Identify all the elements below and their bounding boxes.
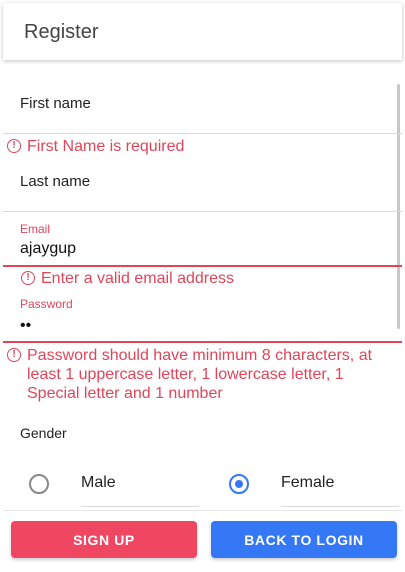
password-error: ! Password should have minimum 8 charact… xyxy=(7,346,393,403)
first-name-error: ! First Name is required xyxy=(7,137,184,156)
register-form[interactable]: First name ! First Name is required Last… xyxy=(3,62,402,510)
gender-label: Gender xyxy=(20,425,67,441)
register-screen: Register First name ! First Name is requ… xyxy=(0,0,405,572)
gender-radio-female[interactable] xyxy=(229,474,249,494)
last-name-field[interactable]: Last name xyxy=(3,158,402,211)
gender-male-underline xyxy=(81,506,199,507)
error-circle-icon: ! xyxy=(21,271,35,285)
gender-female-underline xyxy=(281,506,399,507)
email-error-text: Enter a valid email address xyxy=(41,270,234,287)
email-label: Email xyxy=(20,222,51,236)
email-underline xyxy=(3,265,402,267)
first-name-field[interactable]: First name xyxy=(3,62,402,133)
last-name-placeholder: Last name xyxy=(20,173,91,190)
first-name-placeholder: First name xyxy=(20,95,91,112)
password-underline xyxy=(3,341,402,343)
gender-option-male-label[interactable]: Male xyxy=(81,474,116,492)
page-title: Register xyxy=(24,21,99,43)
first-name-error-text: First Name is required xyxy=(27,138,185,155)
password-field[interactable]: Password •• xyxy=(3,288,402,342)
error-circle-icon: ! xyxy=(7,348,21,362)
gender-radio-male[interactable] xyxy=(29,474,49,494)
first-name-underline xyxy=(3,133,402,134)
radio-selected-dot xyxy=(235,480,243,488)
password-input-value: •• xyxy=(20,317,32,334)
sign-up-button[interactable]: SIGN UP xyxy=(11,521,197,558)
back-to-login-button[interactable]: BACK TO LOGIN xyxy=(211,521,397,558)
email-field[interactable]: Email ajaygup xyxy=(3,212,402,266)
email-input-value: ajaygup xyxy=(20,240,77,257)
password-error-text: Password should have minimum 8 character… xyxy=(27,347,373,402)
password-label: Password xyxy=(20,297,73,311)
action-footer: SIGN UP BACK TO LOGIN xyxy=(3,510,402,571)
gender-option-female-label[interactable]: Female xyxy=(281,474,334,492)
app-header: Register xyxy=(3,3,402,60)
error-circle-icon: ! xyxy=(7,139,21,153)
email-error: ! Enter a valid email address xyxy=(21,269,234,288)
